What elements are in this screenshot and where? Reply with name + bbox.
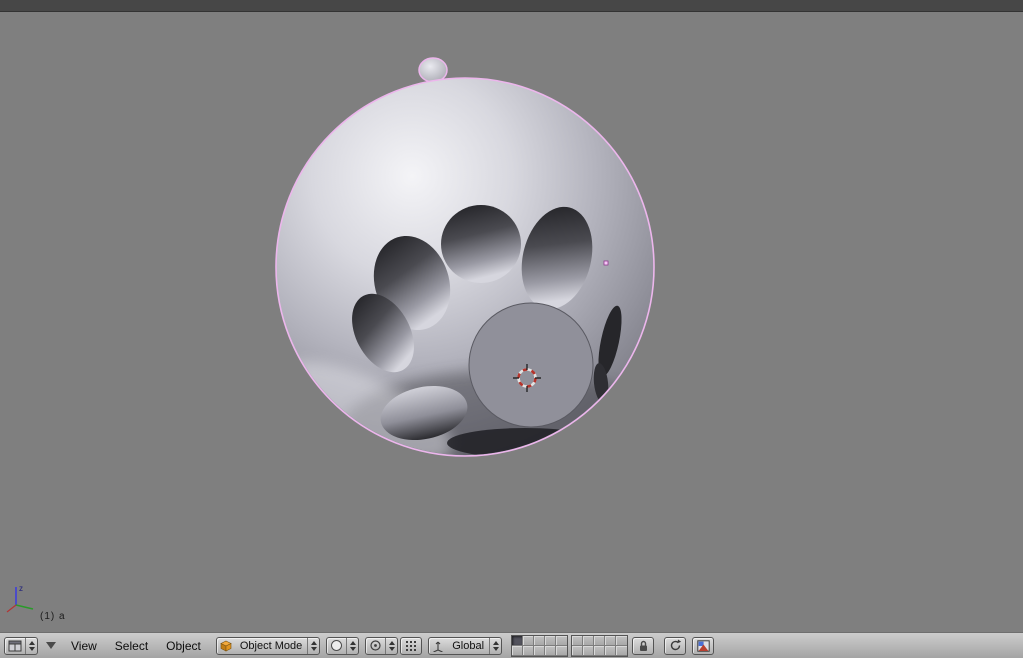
menu-object[interactable]: Object — [157, 639, 210, 653]
object-center-dot — [603, 260, 609, 266]
draw-type-stepper[interactable] — [346, 637, 358, 654]
layer-toggle-8[interactable] — [534, 645, 546, 656]
render-this-window-button[interactable] — [692, 636, 715, 655]
draw-type-select[interactable] — [326, 636, 360, 655]
mode-select-value: Object Mode — [239, 639, 303, 652]
shading-circle-icon — [327, 639, 346, 652]
layer-toggle-11[interactable] — [572, 635, 584, 646]
scene-canvas: z — [6, 57, 670, 613]
render-image-icon — [694, 639, 713, 652]
viewport-header: View Select Object Object Mode Global — [0, 632, 1023, 658]
sphere-object[interactable] — [265, 77, 670, 494]
top-bump — [418, 57, 448, 83]
menu-view[interactable]: View — [62, 639, 106, 653]
axis-indicator: z — [6, 584, 34, 613]
orientation-select-stepper[interactable] — [489, 637, 501, 654]
boolean-circle-face — [468, 302, 594, 428]
layer-toggle-6[interactable] — [512, 645, 524, 656]
layer-toggle-3[interactable] — [534, 635, 546, 646]
layer-toggle-20[interactable] — [616, 645, 628, 656]
layer-toggle-12[interactable] — [583, 635, 595, 646]
layer-toggle-4[interactable] — [545, 635, 557, 646]
layer-toggle-7[interactable] — [523, 645, 535, 656]
history-arrows-icon — [666, 639, 685, 652]
pivot-point-icon — [366, 639, 385, 652]
layer-toggle-13[interactable] — [594, 635, 606, 646]
pivot-select-stepper[interactable] — [385, 637, 397, 654]
editor-type-select[interactable] — [4, 636, 38, 655]
layer-toggle-17[interactable] — [583, 645, 595, 656]
cube-icon — [217, 640, 235, 652]
menu-select[interactable]: Select — [106, 639, 157, 653]
layer-toggle-16[interactable] — [572, 645, 584, 656]
layer-buttons-group-1 — [511, 634, 569, 657]
lock-layers-button[interactable] — [632, 636, 655, 655]
axis-z-label: z — [19, 584, 23, 593]
history-button[interactable] — [664, 636, 687, 655]
sphere-hole — [441, 205, 521, 283]
layer-toggle-18[interactable] — [594, 645, 606, 656]
mode-select-stepper[interactable] — [307, 637, 319, 654]
layer-toggle-1[interactable] — [512, 635, 524, 646]
layer-toggle-15[interactable] — [616, 635, 628, 646]
layer-toggle-9[interactable] — [545, 645, 557, 656]
mode-select[interactable]: Object Mode — [215, 636, 321, 655]
top-bar — [0, 0, 1023, 12]
axis-icon — [429, 640, 447, 652]
layer-toggle-10[interactable] — [556, 645, 568, 656]
layer-toggle-19[interactable] — [605, 645, 617, 656]
layer-toggle-14[interactable] — [605, 635, 617, 646]
orientation-select[interactable]: Global — [428, 636, 503, 655]
viewport-info-text: (1) a — [40, 611, 66, 622]
viewport-grid-icon — [5, 640, 25, 652]
orientation-select-value: Global — [452, 639, 485, 652]
layer-toggle-5[interactable] — [556, 635, 568, 646]
editor-type-stepper[interactable] — [25, 637, 37, 654]
bottom-shadow — [447, 428, 603, 455]
header-collapse-icon[interactable] — [46, 642, 56, 649]
layer-toggle-2[interactable] — [523, 635, 535, 646]
grid-dots-icon — [402, 640, 420, 652]
pivot-select[interactable] — [365, 636, 399, 655]
lock-icon — [635, 640, 652, 652]
layer-buttons-group-2 — [571, 634, 629, 657]
manipulator-button[interactable] — [400, 636, 423, 655]
blender-window: z (1) a View Select Object Object Mode G… — [0, 0, 1023, 658]
3d-viewport[interactable]: z (1) a — [0, 12, 1023, 632]
